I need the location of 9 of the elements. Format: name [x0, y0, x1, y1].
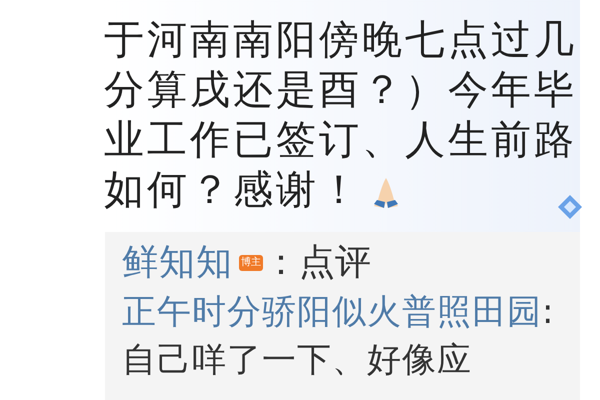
post-text-line: 分算戌还是酉？）今年毕 [104, 66, 577, 115]
post-text-line: 业工作已签订、人生前路 [104, 116, 577, 165]
blogger-badge: 博主 [239, 255, 263, 271]
comment-text: 正午时分骄阳似火普照田园: 自己咩了一下、好像应 [122, 291, 556, 382]
post-text-line: 于河南南阳傍晚七点过几 [104, 16, 577, 65]
praying-hands-icon [372, 177, 400, 209]
user-link[interactable]: 鲜知知 [122, 236, 233, 290]
post-text-line: 如何？感谢！ [104, 166, 362, 215]
comment-label: ：点评 [263, 241, 371, 285]
